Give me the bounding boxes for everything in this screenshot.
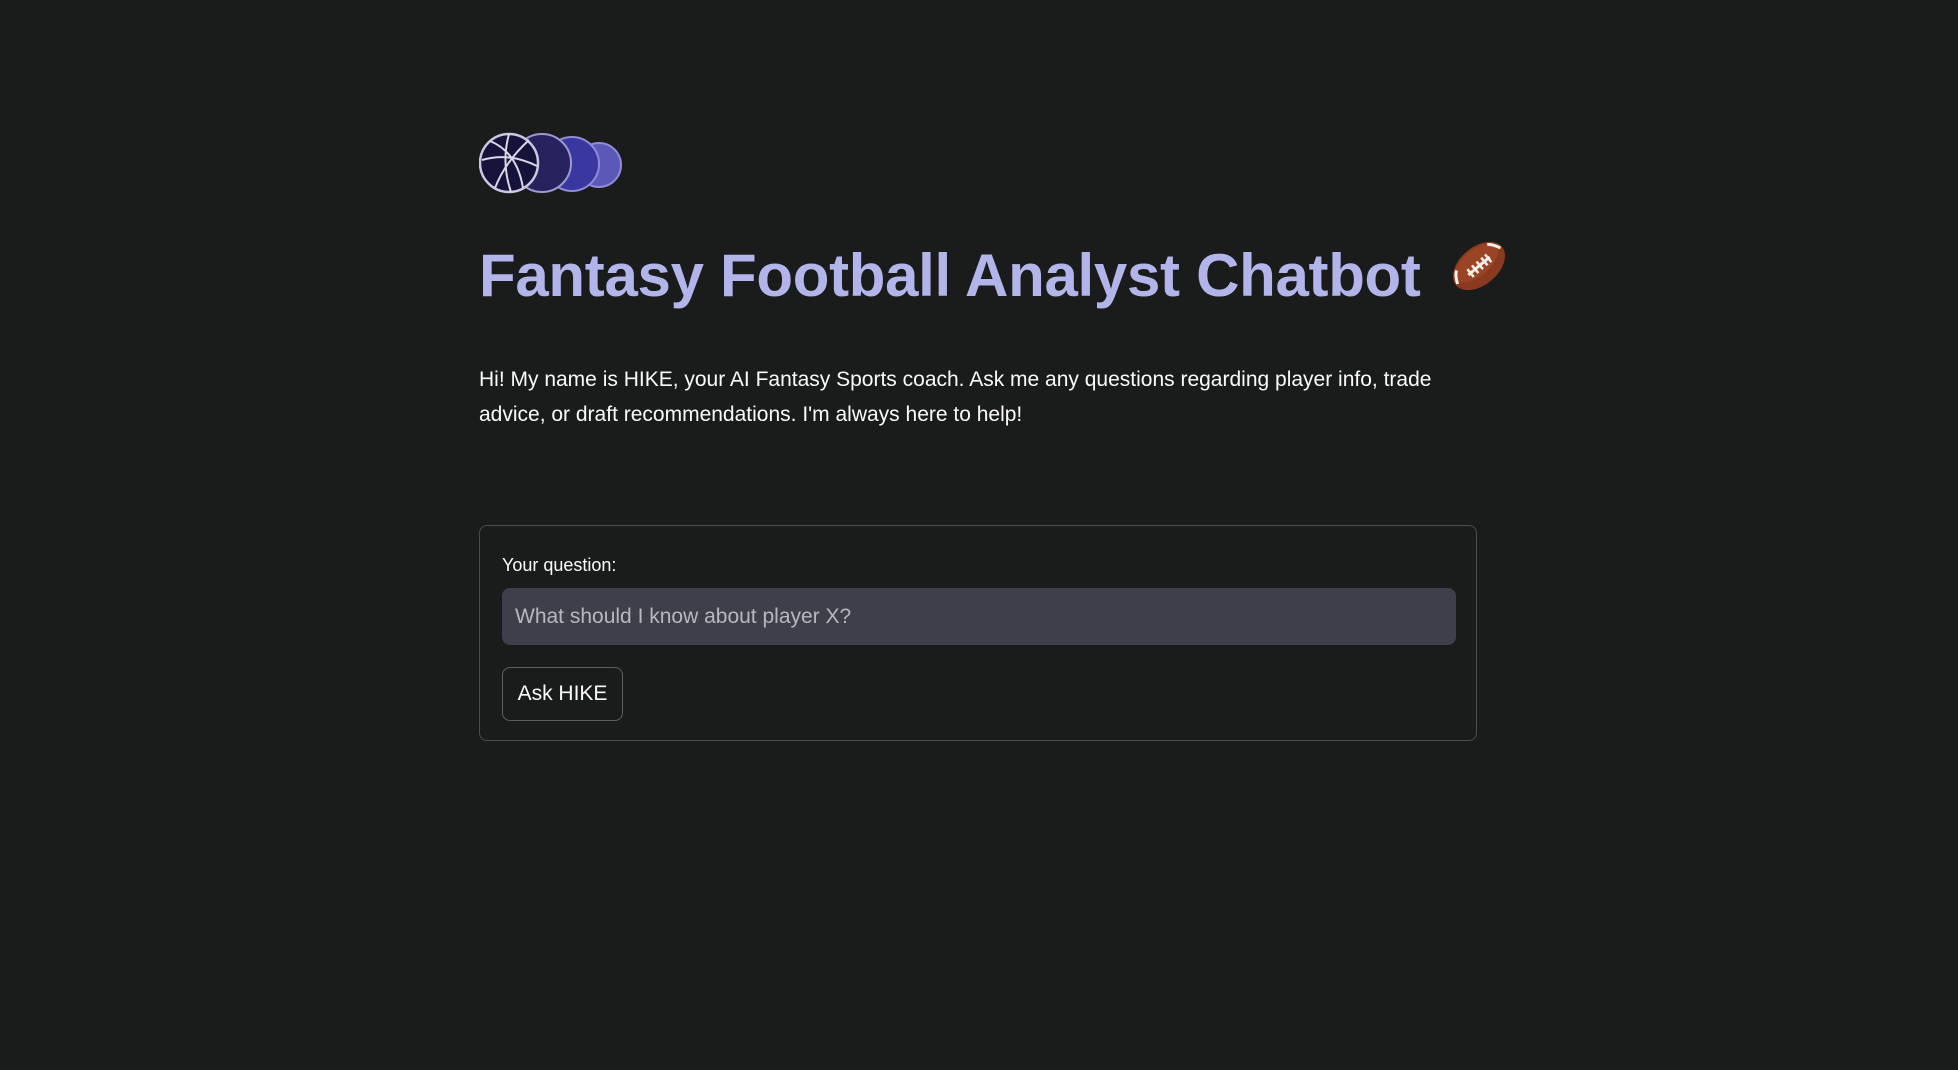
sports-balls-logo-icon: [479, 130, 629, 194]
app-page: Fantasy Football Analyst Chatbot Hi! My …: [0, 0, 1958, 1070]
question-input[interactable]: [502, 588, 1456, 645]
intro-text: Hi! My name is HIKE, your AI Fantasy Spo…: [479, 368, 1432, 426]
question-form: Your question: Ask HIKE: [479, 525, 1477, 741]
football-icon: [1447, 235, 1511, 313]
question-label: Your question:: [502, 555, 617, 575]
page-title-text: Fantasy Football Analyst Chatbot: [479, 242, 1421, 309]
ask-hike-button[interactable]: Ask HIKE: [502, 667, 623, 721]
page-title: Fantasy Football Analyst Chatbot: [479, 240, 1511, 319]
